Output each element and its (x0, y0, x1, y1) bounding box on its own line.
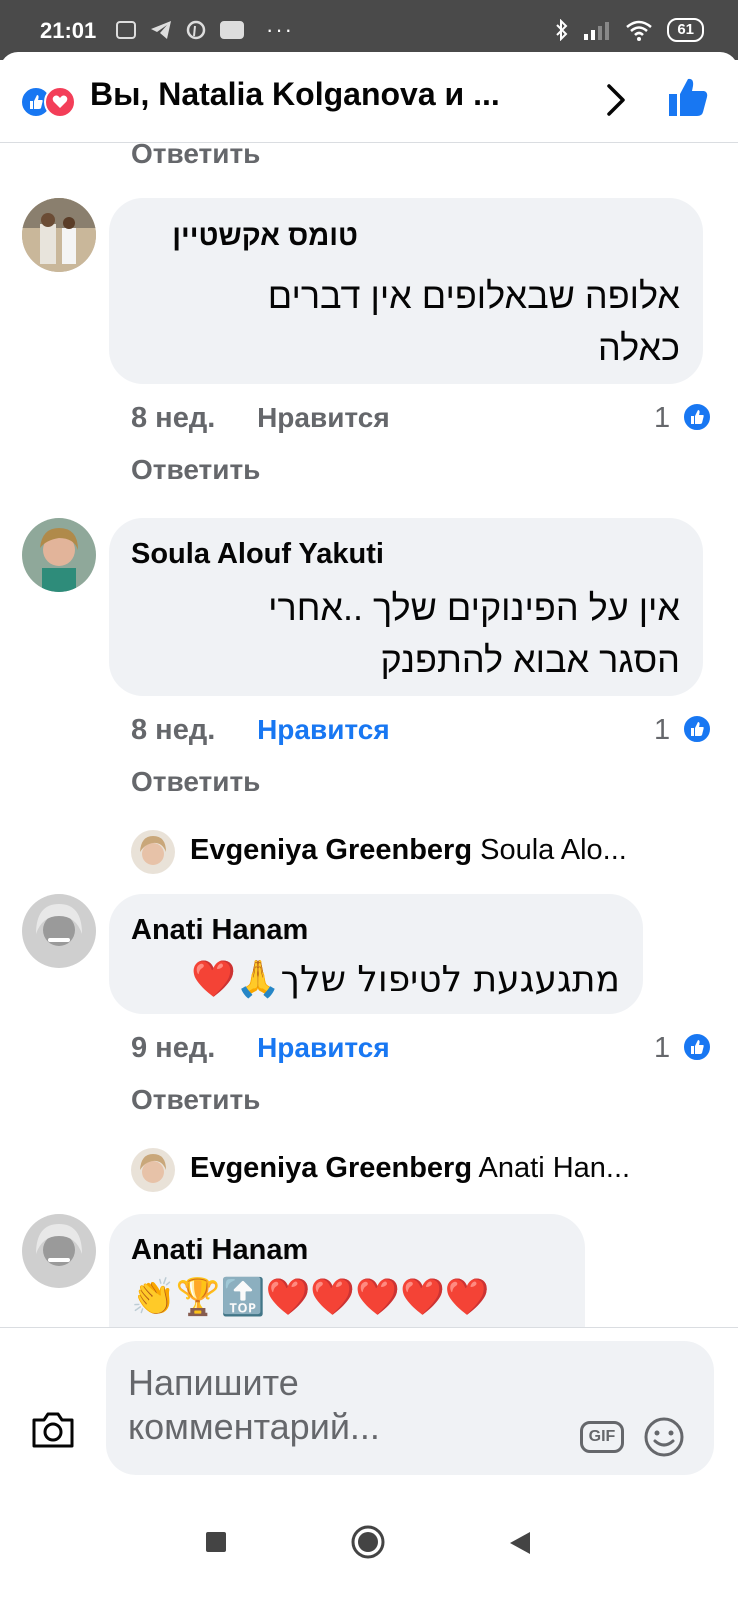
emoji-icon[interactable] (642, 1415, 686, 1459)
comment-line: אין על הפינוקים שלך ..אחרי (268, 587, 680, 628)
reply-text: Soula Alo... (480, 834, 627, 866)
back-icon[interactable] (508, 1530, 532, 1556)
news-icon (116, 21, 136, 39)
reply-button[interactable]: Ответить (131, 138, 260, 170)
like-button[interactable]: Нравится (257, 1032, 390, 1063)
reply-author: Evgeniya Greenberg (190, 834, 473, 866)
pinterest-icon (186, 20, 206, 40)
status-bar: 21:01 ··· 61 (0, 0, 738, 60)
comment-line: מתגעגעת לטיפול שלך🙏❤️ (191, 959, 620, 1000)
reply-text: Anati Han... (478, 1152, 631, 1184)
signal-icon (584, 22, 610, 40)
comment-text: אלופה שבאלופים אין דברים כאלה (268, 270, 680, 374)
gif-button[interactable]: GIF (580, 1421, 624, 1453)
bluetooth-icon (556, 19, 568, 41)
battery-indicator: 61 (667, 18, 704, 42)
avatar[interactable] (22, 1214, 96, 1288)
comment-time[interactable]: 8 нед. (131, 714, 215, 746)
comment-time[interactable]: 9 нед. (131, 1032, 215, 1064)
comment-text: 👏🏆🔝❤️❤️❤️❤️❤️ (131, 1272, 490, 1324)
comment-meta: 8 нед. Нравится (131, 714, 390, 747)
comment-text: מתגעגעת לטיפול שלך🙏❤️ (191, 954, 620, 1006)
reply-button[interactable]: Ответить (131, 766, 260, 798)
status-time: 21:01 (40, 18, 97, 43)
comment-line: הסגר אבוא להתפנק (380, 639, 681, 680)
like-reaction-icon (682, 402, 712, 432)
comment-meta: 8 нед. Нравится (131, 402, 390, 435)
reactions-summary-title[interactable]: Вы, Natalia Kolganova и ... (90, 76, 590, 113)
system-icons: 61 (555, 18, 704, 42)
chevron-right-icon[interactable] (604, 82, 630, 118)
home-icon[interactable] (350, 1524, 386, 1560)
comment-meta: 9 нед. Нравится (131, 1032, 390, 1065)
notification-icons: ··· (116, 17, 294, 42)
reply-preview[interactable]: Evgeniya Greenberg Soula Alo... (190, 834, 627, 867)
like-reaction-icon (682, 714, 712, 744)
comment-author[interactable]: Anati Hanam (131, 1234, 308, 1267)
comment-line: כאלה (598, 327, 680, 368)
wifi-icon (626, 20, 653, 41)
avatar[interactable] (22, 518, 96, 592)
reactions-header[interactable]: Вы, Natalia Kolganova и ... (0, 52, 738, 143)
reply-preview[interactable]: Evgeniya Greenberg Anati Han... (190, 1152, 630, 1185)
avatar[interactable] (131, 1148, 175, 1192)
comment-text: אין על הפינוקים שלך ..אחרי הסגר אבוא להת… (268, 582, 680, 686)
reaction-icons (20, 84, 80, 118)
comment-input[interactable]: Напишите комментарий... GIF (106, 1341, 714, 1475)
avatar[interactable] (22, 894, 96, 968)
reaction-count[interactable]: 1 (654, 1032, 670, 1065)
like-button[interactable]: Нравится (257, 402, 390, 433)
comment-composer: Напишите комментарий... GIF (0, 1327, 738, 1500)
comment-line: אלופה שבאלופים אין דברים (267, 275, 680, 316)
like-button-icon[interactable] (666, 76, 710, 120)
like-reaction-icon (682, 1032, 712, 1062)
comment-author[interactable]: טומס אקשטיין (172, 220, 358, 253)
comment-author[interactable]: Soula Alouf Yakuti (131, 538, 384, 571)
comment-line: 👏🏆🔝❤️❤️❤️❤️❤️ (131, 1277, 490, 1318)
avatar[interactable] (22, 198, 96, 272)
avatar[interactable] (131, 830, 175, 874)
more-notifications-icon: ··· (266, 17, 294, 42)
comment-time[interactable]: 8 нед. (131, 402, 215, 434)
app-icon (220, 21, 244, 39)
reply-author: Evgeniya Greenberg (190, 1152, 473, 1184)
recent-apps-icon[interactable] (204, 1530, 228, 1554)
camera-icon[interactable] (30, 1410, 76, 1450)
love-reaction-icon (44, 86, 76, 118)
reply-button[interactable]: Ответить (131, 454, 260, 486)
telegram-icon (151, 21, 171, 39)
system-navigation-bar (0, 1500, 738, 1600)
comment-placeholder: Напишите комментарий... (128, 1362, 380, 1447)
reaction-count[interactable]: 1 (654, 714, 670, 747)
comment-author[interactable]: Anati Hanam (131, 914, 308, 947)
reply-button[interactable]: Ответить (131, 1084, 260, 1116)
like-button[interactable]: Нравится (257, 714, 390, 745)
reaction-count[interactable]: 1 (654, 402, 670, 435)
